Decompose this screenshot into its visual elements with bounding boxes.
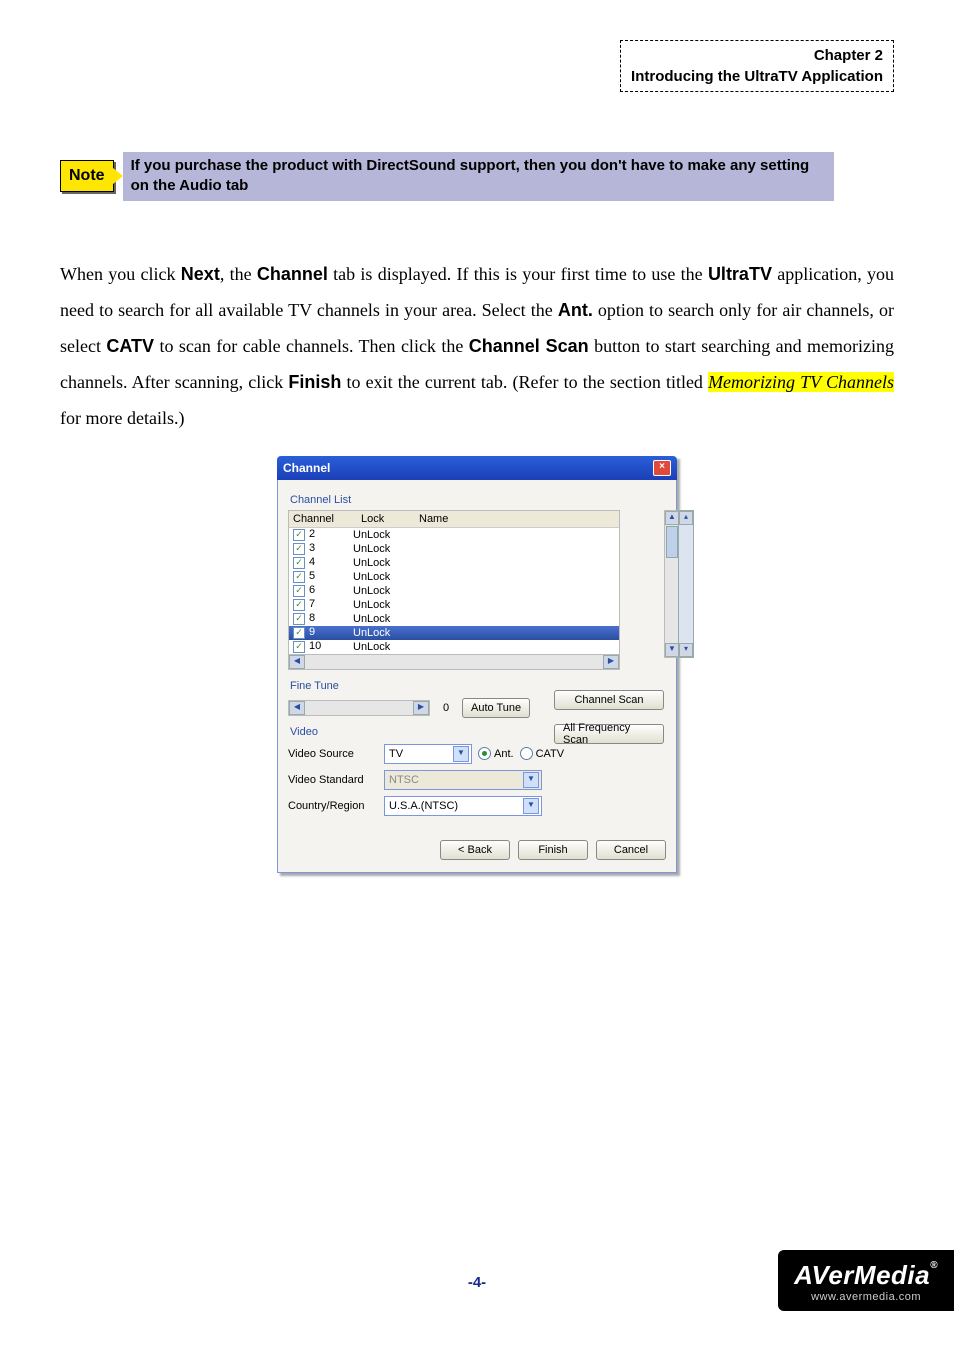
table-row[interactable]: ✓ 8 UnLock xyxy=(289,612,619,626)
chevron-down-icon[interactable]: ▼ xyxy=(453,746,469,762)
channel-number: 7 xyxy=(309,598,315,610)
scroll-down-icon[interactable]: ▼ xyxy=(665,643,679,657)
channel-number: 5 xyxy=(309,570,315,582)
channel-list-label: Channel List xyxy=(290,494,666,506)
country-label: Country/Region xyxy=(288,800,378,812)
fine-tune-value: 0 xyxy=(436,702,456,714)
video-standard-label: Video Standard xyxy=(288,774,378,786)
lock-cell: UnLock xyxy=(353,599,403,611)
country-select[interactable]: U.S.A.(NTSC) ▼ xyxy=(384,796,542,816)
note-callout: Note If you purchase the product with Di… xyxy=(60,152,834,201)
slider-right-icon[interactable]: ▶ xyxy=(413,701,429,715)
close-icon[interactable]: × xyxy=(653,460,671,476)
table-row[interactable]: ✓ 6 UnLock xyxy=(289,584,619,598)
channel-number: 6 xyxy=(309,584,315,596)
col-lock[interactable]: Lock xyxy=(357,511,415,527)
table-row[interactable]: ✓ 7 UnLock xyxy=(289,598,619,612)
table-row[interactable]: ✓ 10 UnLock xyxy=(289,640,619,654)
lock-cell: UnLock xyxy=(353,529,403,541)
channel-number: 4 xyxy=(309,556,315,568)
lock-cell: UnLock xyxy=(353,571,403,583)
table-row[interactable]: ✓ 5 UnLock xyxy=(289,570,619,584)
dialog-titlebar[interactable]: Channel × xyxy=(277,456,677,480)
spin-control[interactable]: ▴ ▾ xyxy=(678,510,694,658)
checkbox-icon[interactable]: ✓ xyxy=(293,627,305,639)
channel-number: 9 xyxy=(309,626,315,638)
list-hscrollbar[interactable]: ◀ ▶ xyxy=(288,655,620,670)
scroll-right-icon[interactable]: ▶ xyxy=(603,655,619,669)
chevron-down-icon[interactable]: ▼ xyxy=(523,798,539,814)
finish-button[interactable]: Finish xyxy=(518,840,588,860)
checkbox-icon[interactable]: ✓ xyxy=(293,599,305,611)
spin-up-icon[interactable]: ▴ xyxy=(679,511,693,525)
channel-number: 2 xyxy=(309,528,315,540)
lock-cell: UnLock xyxy=(353,641,403,653)
lock-cell: UnLock xyxy=(353,557,403,569)
chevron-down-icon: ▼ xyxy=(523,772,539,788)
slider-left-icon[interactable]: ◀ xyxy=(289,701,305,715)
brand-badge: AVerMedia® www.avermedia.com xyxy=(778,1250,954,1311)
note-badge-text: Note xyxy=(69,167,105,185)
video-source-label: Video Source xyxy=(288,748,378,760)
video-source-select[interactable]: TV ▼ xyxy=(384,744,472,764)
chapter-number: Chapter 2 xyxy=(631,45,883,66)
checkbox-icon[interactable]: ✓ xyxy=(293,529,305,541)
table-row[interactable]: ✓ 2 UnLock xyxy=(289,528,619,542)
lock-cell: UnLock xyxy=(353,543,403,555)
list-header: Channel Lock Name xyxy=(289,511,619,528)
checkbox-icon[interactable]: ✓ xyxy=(293,557,305,569)
radio-checked-icon xyxy=(478,747,491,760)
chapter-title: Introducing the UltraTV Application xyxy=(631,66,883,87)
channel-scan-button[interactable]: Channel Scan xyxy=(554,690,664,710)
lock-cell: UnLock xyxy=(353,585,403,597)
brand-url: www.avermedia.com xyxy=(794,1291,938,1303)
note-badge: Note xyxy=(60,160,114,192)
checkbox-icon[interactable]: ✓ xyxy=(293,571,305,583)
checkbox-icon[interactable]: ✓ xyxy=(293,585,305,597)
brand-name: AVerMedia® xyxy=(794,1260,938,1291)
table-row[interactable]: ✓ 4 UnLock xyxy=(289,556,619,570)
lock-cell: UnLock xyxy=(353,613,403,625)
note-text: If you purchase the product with DirectS… xyxy=(123,152,834,201)
checkbox-icon[interactable]: ✓ xyxy=(293,543,305,555)
lock-cell: UnLock xyxy=(353,627,403,639)
dialog-title: Channel xyxy=(283,461,330,475)
channel-list[interactable]: Channel Lock Name ✓ 2 UnLock ✓ 3 UnLock ✓ 4 UnLo… xyxy=(288,510,620,655)
channel-number: 8 xyxy=(309,612,315,624)
scroll-left-icon[interactable]: ◀ xyxy=(289,655,305,669)
fine-tune-slider[interactable]: ◀ ▶ xyxy=(288,700,430,716)
catv-radio[interactable]: CATV xyxy=(520,747,565,760)
channel-number: 3 xyxy=(309,542,315,554)
table-row[interactable]: ✓ 3 UnLock xyxy=(289,542,619,556)
channel-number: 10 xyxy=(309,640,321,652)
col-channel[interactable]: Channel xyxy=(289,511,357,527)
video-standard-select: NTSC ▼ xyxy=(384,770,542,790)
spin-down-icon[interactable]: ▾ xyxy=(679,643,693,657)
scroll-up-icon[interactable]: ▲ xyxy=(665,511,679,525)
chapter-box: Chapter 2 Introducing the UltraTV Applic… xyxy=(620,40,894,92)
checkbox-icon[interactable]: ✓ xyxy=(293,641,305,653)
radio-unchecked-icon xyxy=(520,747,533,760)
note-arrow-icon xyxy=(113,168,123,184)
ant-radio[interactable]: Ant. xyxy=(478,747,514,760)
scroll-thumb[interactable] xyxy=(666,526,678,558)
body-paragraph: When you click Next, the Channel tab is … xyxy=(60,256,894,436)
table-row[interactable]: ✓ 9 UnLock xyxy=(289,626,619,640)
checkbox-icon[interactable]: ✓ xyxy=(293,613,305,625)
back-button[interactable]: < Back xyxy=(440,840,510,860)
channel-dialog: Channel × Channel List Channel Lock Name… xyxy=(277,456,677,873)
col-name[interactable]: Name xyxy=(415,511,619,527)
auto-tune-button[interactable]: Auto Tune xyxy=(462,698,530,718)
all-frequency-scan-button[interactable]: All Frequency Scan xyxy=(554,724,664,744)
cancel-button[interactable]: Cancel xyxy=(596,840,666,860)
